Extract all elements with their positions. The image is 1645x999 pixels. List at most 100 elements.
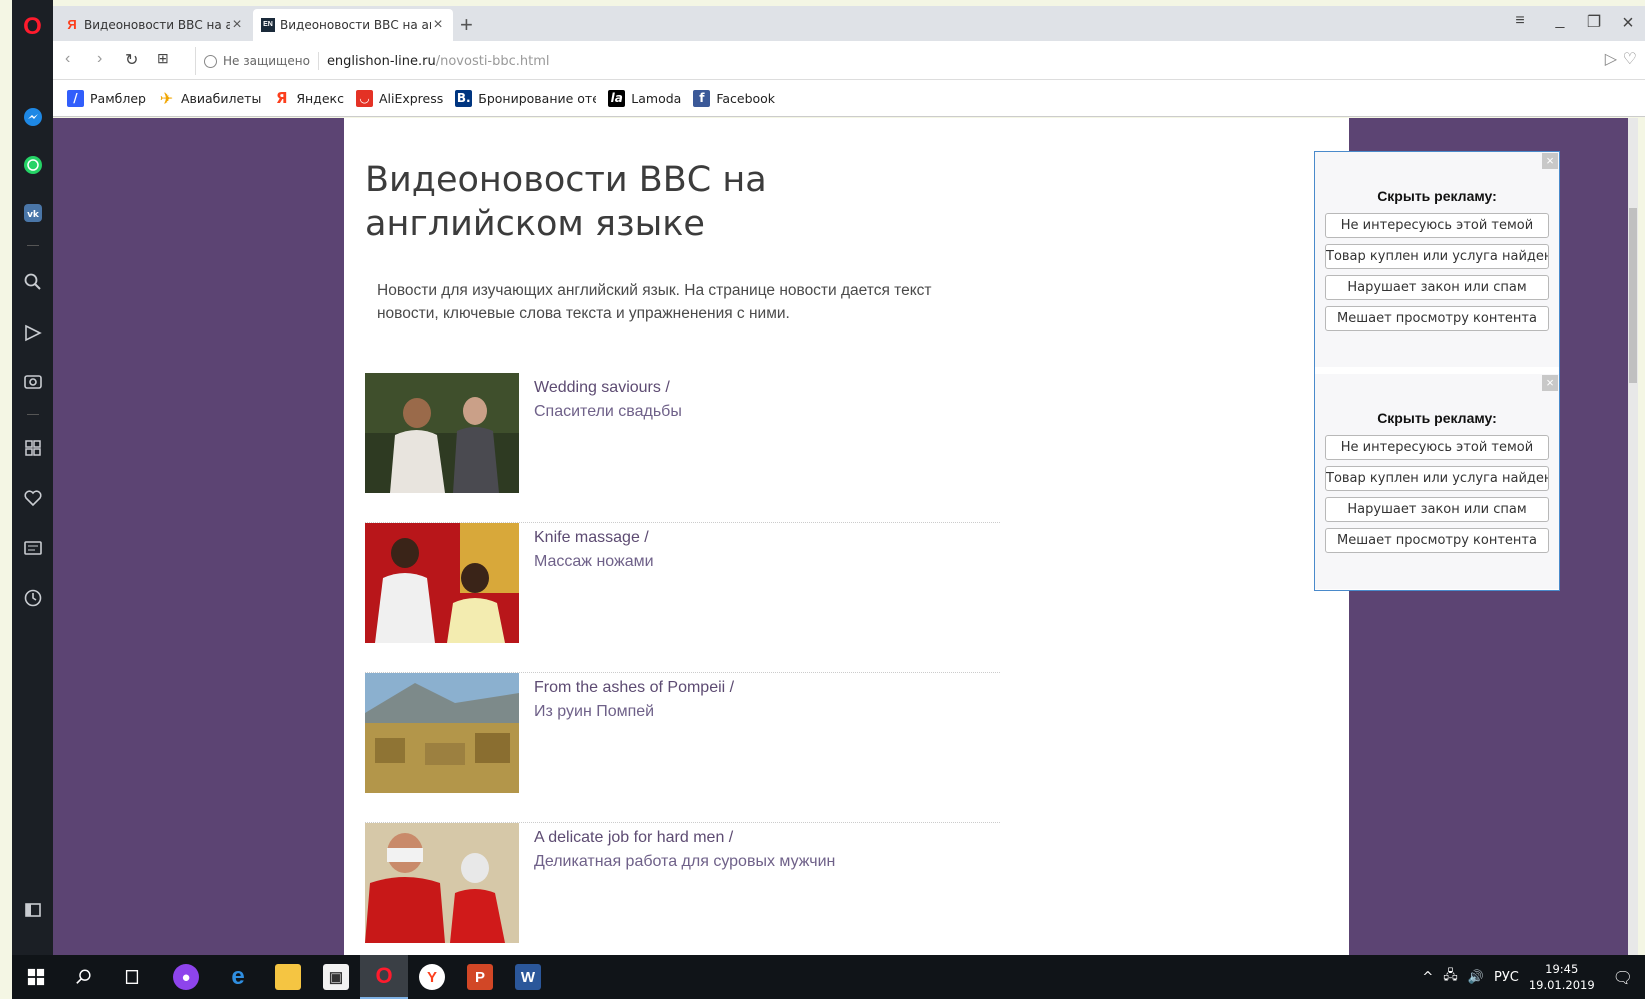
search-icon[interactable]: [12, 267, 53, 297]
powerpoint-icon[interactable]: P: [456, 955, 504, 999]
news-title-en[interactable]: Wedding saviours /: [534, 379, 670, 397]
facebook-icon: f: [693, 89, 711, 107]
vertical-scrollbar[interactable]: [1628, 118, 1638, 955]
news-title-en[interactable]: Knife massage /: [534, 529, 649, 547]
minimize-icon[interactable]: _: [1545, 12, 1575, 30]
ad-hide-heading: Скрыть рекламу:: [1377, 410, 1497, 426]
edge-icon[interactable]: e: [214, 955, 262, 999]
tab-bar: Я Видеоновости ВВС на анг × EN Видеоново…: [53, 6, 1645, 41]
bookmark-aviabilety[interactable]: ✈ Авиабилеты: [158, 89, 262, 108]
news-item: Knife massage / Массаж ножами: [365, 523, 1000, 673]
ad-hide-option-button[interactable]: Не интересуюсь этой темой: [1325, 435, 1549, 460]
bookmark-heart-icon[interactable]: ♡: [1623, 49, 1637, 69]
news-title-en[interactable]: From the ashes of Pompeii /: [534, 679, 734, 697]
close-window-icon[interactable]: ×: [1613, 12, 1643, 35]
eng-icon: EN: [261, 18, 275, 32]
forward-icon[interactable]: ›: [97, 50, 102, 68]
news-title-ru[interactable]: Спасители свадьбы: [534, 403, 682, 421]
news-item: Wedding saviours / Спасители свадьбы: [365, 373, 1000, 523]
bookmark-booking[interactable]: B. Бронирование отеле: [455, 89, 597, 107]
svg-text:vk: vk: [27, 210, 40, 220]
reload-icon[interactable]: ↻: [125, 50, 138, 70]
security-indicator[interactable]: Не защищено: [204, 54, 310, 68]
url-path: /novosti-bbc.html: [435, 53, 550, 69]
camera-icon[interactable]: [12, 366, 53, 396]
ad-panel: × Скрыть рекламу: Не интересуюсь этой те…: [1314, 151, 1560, 591]
task-view-icon[interactable]: [108, 955, 156, 999]
news-thumbnail-pompeii[interactable]: [365, 673, 519, 793]
cortana-icon[interactable]: ●: [162, 955, 210, 999]
news-title-ru[interactable]: Из руин Помпей: [534, 703, 654, 721]
back-icon[interactable]: ‹: [65, 50, 70, 68]
news-item: A delicate job for hard men / Деликатная…: [365, 823, 1000, 955]
send-icon[interactable]: [12, 318, 53, 348]
bookmark-lamoda[interactable]: la Lamoda: [608, 89, 681, 107]
clock-date: 19.01.2019: [1528, 978, 1595, 992]
bookmark-label: Авиабилеты: [180, 90, 262, 106]
history-icon[interactable]: [12, 583, 53, 613]
bookmark-label: Рамблер: [90, 90, 146, 106]
news-item: From the ashes of Pompeii / Из руин Помп…: [365, 673, 1000, 823]
scrollbar-thumb[interactable]: [1629, 208, 1637, 383]
close-tab-icon[interactable]: ×: [431, 16, 445, 34]
clock[interactable]: 19:45 19.01.2019: [1529, 961, 1595, 993]
opera-menu-icon[interactable]: O: [12, 12, 53, 42]
restore-icon[interactable]: ❐: [1579, 12, 1609, 32]
yandex-browser-icon[interactable]: Y: [408, 955, 456, 999]
lamoda-icon: la: [608, 89, 626, 107]
news-title-en[interactable]: A delicate job for hard men /: [534, 829, 733, 847]
messenger-icon[interactable]: [12, 102, 53, 132]
whatsapp-icon[interactable]: [12, 150, 53, 180]
close-ad-icon[interactable]: ×: [1542, 153, 1558, 169]
security-label: Не защищено: [223, 54, 310, 68]
volume-icon[interactable]: 🔊: [1468, 970, 1484, 985]
heart-icon[interactable]: [12, 483, 53, 513]
news-thumbnail-wedding[interactable]: [365, 373, 519, 493]
tab-active[interactable]: EN Видеоновости ВВС на анг ×: [253, 9, 453, 41]
vk-icon[interactable]: vk: [12, 198, 53, 228]
bookmark-label: Яндекс: [296, 90, 344, 106]
word-icon[interactable]: W: [504, 955, 552, 999]
clock-time: 19:45: [1545, 962, 1579, 976]
store-icon[interactable]: ▣: [312, 955, 360, 999]
ad-hide-option-button[interactable]: Нарушает закон или спам: [1325, 497, 1549, 522]
new-tab-button[interactable]: +: [460, 12, 473, 38]
bookmark-aliexpress[interactable]: ◡ AliExpress: [355, 89, 443, 107]
close-ad-icon[interactable]: ×: [1542, 375, 1558, 391]
news-thumbnail-delicate-job[interactable]: [365, 823, 519, 943]
bookmark-label: Бронирование отеле: [478, 90, 597, 106]
bookmark-yandex[interactable]: Я Яндекс: [273, 89, 344, 107]
tab-menu-icon[interactable]: ≡: [1505, 12, 1535, 30]
url-field[interactable]: Не защищено englishon-line.ru/novosti-bb…: [195, 47, 1635, 75]
page-viewport: Видеоновости ВВС на английском языке Нов…: [53, 118, 1638, 955]
tab-inactive[interactable]: Я Видеоновости ВВС на анг ×: [57, 9, 252, 41]
close-tab-icon[interactable]: ×: [230, 16, 244, 34]
system-tray: ^ 🖧 🔊 РУС 19:45 19.01.2019 🗨: [1422, 955, 1633, 999]
language-indicator[interactable]: РУС: [1494, 970, 1519, 985]
bookmark-facebook[interactable]: f Facebook: [693, 89, 775, 107]
bookmarks-bar: / Рамблер ✈ Авиабилеты Я Яндекс ◡ AliExpress…: [53, 80, 1645, 117]
ad-hide-option-button[interactable]: Не интересуюсь этой темой: [1325, 213, 1549, 238]
notifications-icon[interactable]: 🗨: [1613, 968, 1633, 987]
news-thumbnail-knife-massage[interactable]: [365, 523, 519, 643]
opera-taskbar-icon[interactable]: O: [360, 955, 408, 999]
share-icon[interactable]: ▷: [1605, 49, 1617, 69]
speed-dial-button-icon[interactable]: ⊞: [157, 50, 169, 67]
windows-start-icon[interactable]: [12, 955, 60, 999]
tray-chevron-icon[interactable]: ^: [1422, 970, 1433, 985]
news-title-ru[interactable]: Массаж ножами: [534, 553, 654, 571]
ad-hide-option-button[interactable]: Товар куплен или услуга найдена: [1325, 244, 1549, 269]
ad-hide-option-button[interactable]: Мешает просмотру контента: [1325, 306, 1549, 331]
search-icon[interactable]: [60, 955, 108, 999]
news-title-ru[interactable]: Деликатная работа для суровых мужчин: [534, 853, 835, 871]
bookmark-rambler[interactable]: / Рамблер: [67, 89, 146, 107]
speed-dial-icon[interactable]: [12, 433, 53, 463]
file-explorer-icon[interactable]: [264, 955, 312, 999]
ad-hide-option-button[interactable]: Товар куплен или услуга найдена: [1325, 466, 1549, 491]
network-icon[interactable]: 🖧: [1443, 966, 1458, 988]
news-icon[interactable]: [12, 533, 53, 563]
sidebar-toggle-icon[interactable]: [12, 895, 53, 925]
ad-hide-option-button[interactable]: Нарушает закон или спам: [1325, 275, 1549, 300]
page-intro: Новости для изучающих английский язык. Н…: [377, 282, 932, 322]
ad-hide-option-button[interactable]: Мешает просмотру контента: [1325, 528, 1549, 553]
